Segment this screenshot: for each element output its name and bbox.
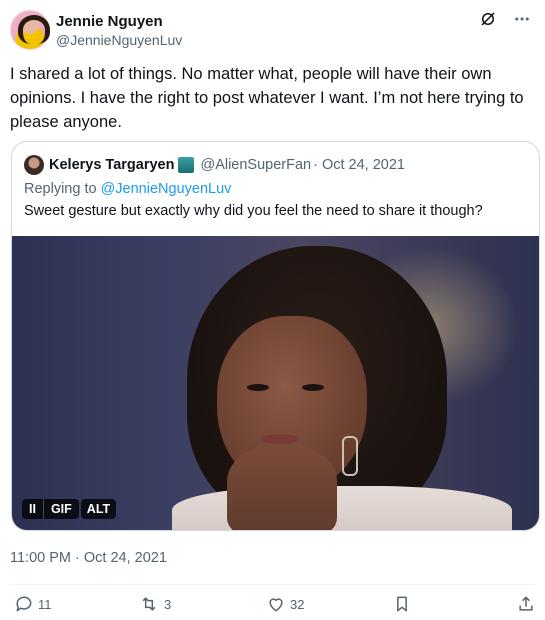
repost-button[interactable]: 3: [138, 594, 171, 614]
quoted-text: Sweet gesture but exactly why did you fe…: [24, 203, 483, 219]
author-handle[interactable]: @JennieNguyenLuv: [56, 32, 182, 48]
replying-prefix: Replying to: [24, 181, 101, 197]
repost-icon: [142, 597, 156, 611]
tweet-timestamp[interactable]: 11:00 PM · Oct 24, 2021: [10, 550, 167, 566]
tweet-text: I shared a lot of things. No matter what…: [10, 65, 524, 131]
reply-button[interactable]: 11: [14, 594, 52, 614]
quoted-header: Kelerys Targaryen @AlienSuperFan · Oct 2…: [24, 154, 405, 176]
grok-icon[interactable]: [479, 10, 497, 28]
share-button[interactable]: [516, 594, 536, 614]
repost-count: 3: [164, 596, 172, 612]
media-earring: [342, 436, 358, 476]
like-count: 32: [290, 596, 305, 612]
media-clothing: [172, 486, 512, 530]
media-eye-left: [247, 384, 269, 391]
like-button[interactable]: 32: [266, 594, 304, 614]
media-eye-right: [302, 384, 324, 391]
header-actions: [479, 10, 531, 28]
tweet-header: Jennie Nguyen @JennieNguyenLuv: [10, 10, 535, 50]
pause-icon[interactable]: II: [22, 499, 43, 519]
reply-count: 11: [38, 596, 52, 612]
quoted-gif[interactable]: II GIF ALT: [12, 236, 539, 530]
media-mouth: [260, 434, 300, 444]
bookmark-button[interactable]: [392, 594, 412, 614]
like-icon: [269, 598, 283, 612]
alt-badge[interactable]: ALT: [80, 499, 117, 519]
gif-badge: GIF: [42, 499, 79, 519]
more-icon[interactable]: [513, 10, 531, 28]
gif-badge-group: II GIF: [22, 499, 79, 519]
quoted-date: · Oct 24, 2021: [313, 157, 405, 173]
media-badges: II GIF ALT: [22, 499, 117, 519]
replying-to: Replying to @JennieNguyenLuv: [24, 181, 231, 197]
author-name[interactable]: Jennie Nguyen: [56, 13, 163, 30]
quoted-author-name[interactable]: Kelerys Targaryen: [49, 157, 174, 173]
bookmark-icon: [397, 596, 407, 612]
quoted-avatar[interactable]: [24, 155, 44, 175]
divider: [10, 584, 535, 585]
quoted-tweet[interactable]: Kelerys Targaryen @AlienSuperFan · Oct 2…: [11, 141, 540, 531]
replying-to-handle[interactable]: @JennieNguyenLuv: [101, 181, 232, 197]
media-hand: [227, 446, 337, 530]
author-avatar[interactable]: [10, 10, 50, 50]
share-icon: [519, 596, 533, 611]
tweet-actions: 11 3 32: [14, 594, 535, 618]
statue-of-liberty-icon: [178, 157, 195, 173]
reply-icon: [16, 596, 32, 612]
quoted-author-handle[interactable]: @AlienSuperFan: [200, 157, 311, 173]
